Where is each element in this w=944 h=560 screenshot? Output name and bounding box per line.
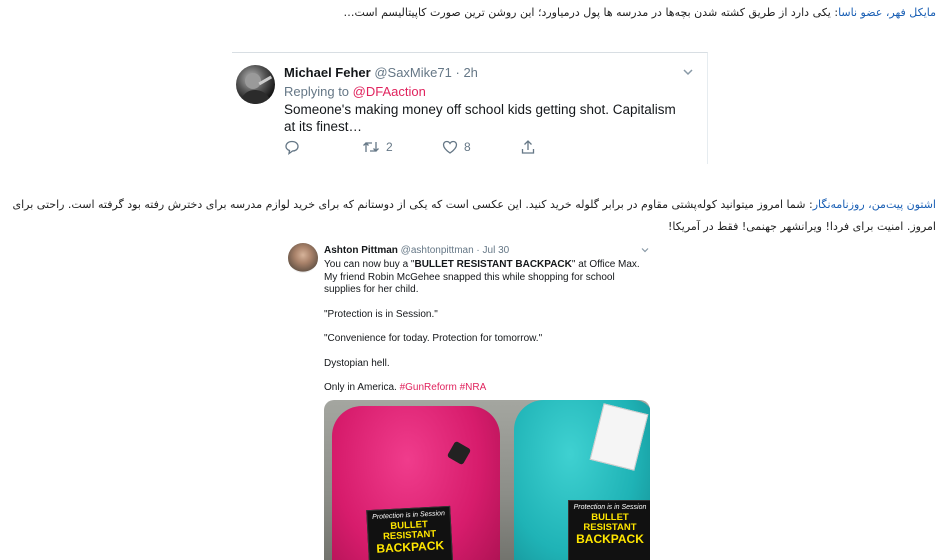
tweet-line: Only in America. #GunReform #NRA <box>324 382 654 395</box>
text-span: Only in America. <box>324 382 397 393</box>
separator-dot: · <box>455 65 460 80</box>
tweet-header: Michael Feher @SaxMike71 · 2h <box>284 65 478 80</box>
retweet-icon <box>363 142 379 152</box>
chevron-down-icon[interactable] <box>640 245 650 255</box>
author-link[interactable]: اشتون پیت‌من، روزنامه‌نگار <box>813 198 936 211</box>
tweet-line: "Protection is in Session." <box>324 308 438 320</box>
replying-to: Replying to @DFAaction <box>284 84 426 99</box>
avatar[interactable] <box>288 243 318 273</box>
product-label: Protection is in Session BULLET RESISTAN… <box>568 500 650 560</box>
timestamp[interactable]: Jul 30 <box>483 245 510 256</box>
tweet-line: You can now buy a "BULLET RESISTANT BACK… <box>324 259 654 297</box>
label-subtitle: BACKPACK <box>375 538 445 556</box>
paragraph-feher: مایکل فهر، عضو ناسا: یکی دارد از طریق کش… <box>16 2 936 24</box>
reply-mention-link[interactable]: @DFAaction <box>353 84 426 99</box>
paragraph-text: : شما امروز میتوانید کوله‌پشتی مقاوم در … <box>12 198 936 233</box>
reply-prefix: Replying to <box>284 84 350 99</box>
paragraph-text: : یکی دارد از طریق کشته شدن بچه‌ها در مد… <box>343 6 839 19</box>
separator-dot: · <box>476 245 480 256</box>
hashtag-link[interactable]: #NRA <box>460 382 487 393</box>
hashtag-link[interactable]: #GunReform <box>400 382 457 393</box>
share-icon <box>521 140 535 154</box>
paragraph-pittman: اشتون پیت‌من، روزنامه‌نگار: شما امروز می… <box>6 194 936 238</box>
tweet-text: You can now buy a "BULLET RESISTANT BACK… <box>324 259 654 407</box>
display-name[interactable]: Michael Feher <box>284 65 371 80</box>
embedded-tweet-feher[interactable]: Michael Feher @SaxMike71 · 2h Replying t… <box>232 52 708 164</box>
tweet-line: "Convenience for today. Protection for t… <box>324 333 543 344</box>
retweet-button[interactable]: 2 <box>362 139 393 155</box>
text-span: You can now buy a " <box>324 259 415 270</box>
reply-icon <box>285 140 299 155</box>
label-tagline: Protection is in Session <box>573 504 647 511</box>
retweet-count: 2 <box>386 140 393 154</box>
reply-button[interactable] <box>284 139 300 155</box>
label-title: BULLET RESISTANT <box>583 512 637 533</box>
label-subtitle: BACKPACK <box>576 532 644 546</box>
handle[interactable]: @SaxMike71 <box>374 65 452 80</box>
display-name[interactable]: Ashton Pittman <box>324 245 398 256</box>
share-button[interactable] <box>520 139 536 155</box>
heart-icon <box>442 140 458 154</box>
tweet-header: Ashton Pittman @ashtonpittman · Jul 30 <box>324 245 509 256</box>
bold-text: BULLET RESISTANT BACKPACK <box>414 259 572 270</box>
like-button[interactable]: 8 <box>442 139 471 155</box>
tweet-line: Dystopian hell. <box>324 357 390 369</box>
embedded-tweet-pittman[interactable]: Ashton Pittman @ashtonpittman · Jul 30 Y… <box>279 236 662 560</box>
timestamp[interactable]: 2h <box>463 65 477 80</box>
chevron-down-icon[interactable] <box>681 65 695 79</box>
like-count: 8 <box>464 140 471 154</box>
avatar[interactable] <box>236 65 275 104</box>
handle[interactable]: @ashtonpittman <box>401 245 474 256</box>
tweet-photo[interactable]: Protection is in Session BULLET RESISTAN… <box>324 400 650 560</box>
author-link[interactable]: مایکل فهر، عضو ناسا <box>838 6 936 19</box>
tweet-text: Someone's making money off school kids g… <box>284 102 676 134</box>
product-label: Protection is in Session BULLET RESISTAN… <box>366 505 454 560</box>
